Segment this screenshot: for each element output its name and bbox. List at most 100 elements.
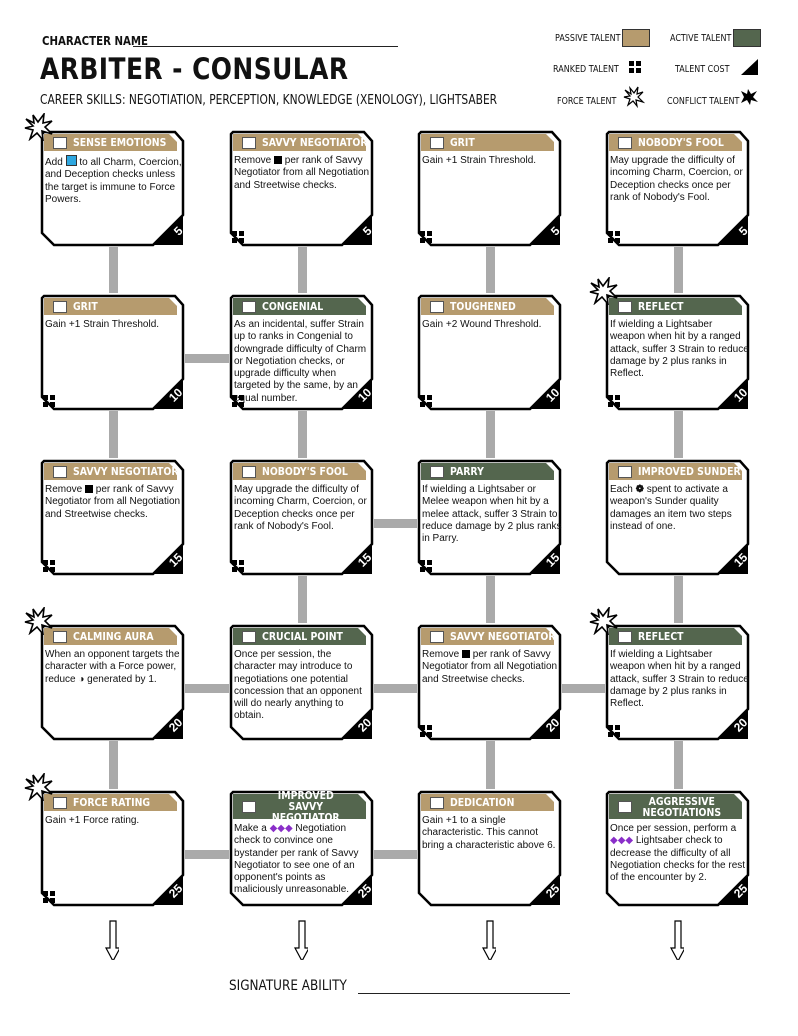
ranked-icon	[43, 560, 55, 572]
ranked-icon	[232, 395, 244, 407]
talent-card[interactable]: TOUGHENED Gain +2 Wound Threshold. 10	[417, 293, 562, 411]
connector-vertical	[108, 741, 118, 789]
talent-card[interactable]: SAVVY NEGOTIATOR Remove per rank of Savvy…	[40, 458, 185, 576]
connector-vertical	[673, 576, 683, 623]
talent-checkbox[interactable]	[242, 465, 256, 478]
talent-card[interactable]: CRUCIAL POINT Once per session, the chara…	[229, 623, 374, 741]
ranked-icon	[608, 231, 620, 243]
talent-card[interactable]: GRIT Gain +1 Strain Threshold. 10	[40, 293, 185, 411]
ranked-icon	[43, 395, 55, 407]
talent-card[interactable]: NOBODY'S FOOL May upgrade the difficulty …	[229, 458, 374, 576]
talent-title: CALMING AURA	[73, 630, 154, 643]
talent-checkbox[interactable]	[430, 465, 444, 478]
talent-checkbox[interactable]	[53, 630, 67, 643]
talent-card[interactable]: CONGENIAL As an incidental, suffer Strain…	[229, 293, 374, 411]
talent-card[interactable]: REFLECT If wielding a Lightsaber weapon w…	[605, 623, 750, 741]
talent-title: NOBODY'S FOOL	[638, 136, 724, 149]
talent-checkbox[interactable]	[53, 136, 67, 149]
connector-horizontal	[185, 850, 229, 859]
talent-title: REFLECT	[638, 630, 684, 643]
legend-conflict-label: CONFLICT TALENT	[667, 96, 740, 107]
talent-description: Gain +1 Strain Threshold.	[422, 155, 537, 166]
talent-checkbox[interactable]	[242, 136, 256, 149]
talent-description: Remove per rank of Savvy Negotiator from…	[45, 484, 181, 520]
talent-checkbox[interactable]	[618, 136, 632, 149]
talent-checkbox[interactable]	[430, 300, 444, 313]
talent-checkbox[interactable]	[242, 300, 256, 313]
talent-checkbox[interactable]	[53, 796, 67, 809]
signature-ability-line[interactable]	[358, 993, 570, 994]
talent-cost-icon	[741, 59, 758, 75]
talent-card[interactable]: IMPROVED SUNDER Each ❁ spent to activate …	[605, 458, 750, 576]
talent-card[interactable]: CALMING AURA When an opponent targets the…	[40, 623, 185, 741]
connector-vertical	[485, 576, 495, 623]
talent-card[interactable]: PARRY If wielding a Lightsaber or Melee w…	[417, 458, 562, 576]
talent-title: IMPROVED SUNDER	[638, 465, 741, 478]
connector-vertical	[485, 411, 495, 458]
talent-checkbox[interactable]	[242, 800, 256, 813]
force-talent-icon	[589, 277, 618, 305]
force-talent-icon	[623, 86, 645, 108]
talent-title: TOUGHENED	[450, 300, 516, 313]
connector-vertical	[297, 411, 307, 458]
ranked-icon	[608, 395, 620, 407]
talent-card[interactable]: FORCE RATING Gain +1 Force rating. 25	[40, 789, 185, 907]
talent-title: REFLECT	[638, 300, 684, 313]
talent-checkbox[interactable]	[53, 465, 67, 478]
legend-ranked-label: RANKED TALENT	[553, 64, 619, 75]
connector-vertical	[108, 411, 118, 458]
talent-title: DEDICATION	[450, 796, 515, 809]
talent-title: CONGENIAL	[262, 300, 324, 313]
talent-title: SAVVY NEGOTIATOR	[262, 136, 368, 149]
talent-card[interactable]: GRIT Gain +1 Strain Threshold. 5	[417, 129, 563, 247]
talent-description: When an opponent targets the character w…	[45, 649, 180, 685]
talent-card[interactable]: SAVVY NEGOTIATOR Remove per rank of Savvy…	[417, 623, 562, 741]
triumph-icon: ❁	[635, 484, 644, 495]
down-arrow-icon	[481, 920, 496, 960]
talent-description: Gain +2 Wound Threshold.	[422, 319, 542, 330]
talent-checkbox[interactable]	[618, 630, 632, 643]
talent-checkbox[interactable]	[242, 630, 256, 643]
talent-card[interactable]: AGGRESSIVE NEGOTIATIONS Once per session,…	[605, 789, 750, 907]
connector-vertical	[485, 741, 495, 789]
talent-card[interactable]: SAVVY NEGOTIATOR Remove per rank of Savvy…	[229, 129, 375, 247]
ranked-icon	[232, 560, 244, 572]
ranked-icon	[232, 231, 244, 243]
talent-title: IMPROVED SAVVY NEGOTIATOR	[271, 789, 340, 824]
talent-checkbox[interactable]	[618, 465, 632, 478]
connector-horizontal	[562, 684, 605, 693]
legend-passive-label: PASSIVE TALENT	[555, 33, 621, 44]
connector-vertical	[673, 741, 683, 789]
talent-checkbox[interactable]	[618, 800, 632, 813]
talent-description: As an incidental, suffer Strain up to ra…	[234, 319, 367, 404]
talent-description: If wielding a Lightsaber or Melee weapon…	[422, 484, 562, 545]
connector-horizontal	[185, 684, 229, 693]
connector-horizontal	[374, 684, 417, 693]
talent-card[interactable]: IMPROVED SAVVY NEGOTIATOR Make a ◆◆◆ Nego…	[229, 789, 374, 907]
connector-horizontal	[374, 850, 417, 859]
boost-die-icon	[65, 155, 77, 166]
talent-card[interactable]: DEDICATION Gain +1 to a single characteri…	[417, 789, 562, 907]
down-arrow-icon	[293, 920, 308, 960]
talent-card[interactable]: NOBODY'S FOOL May upgrade the difficulty …	[605, 129, 751, 247]
force-talent-icon	[24, 773, 53, 801]
character-name-line[interactable]	[133, 46, 398, 47]
talent-title: PARRY	[450, 465, 484, 478]
connector-horizontal	[185, 354, 229, 363]
ranked-icon	[420, 395, 432, 407]
connector-vertical	[673, 247, 683, 293]
difficulty-dice-icon: ◆◆◆	[610, 835, 634, 847]
ranked-icon	[420, 560, 432, 572]
ranked-icon	[608, 725, 620, 737]
force-talent-icon	[589, 607, 618, 635]
talent-card[interactable]: REFLECT If wielding a Lightsaber weapon w…	[605, 293, 750, 411]
talent-checkbox[interactable]	[430, 796, 444, 809]
force-talent-icon	[24, 607, 53, 635]
talent-card[interactable]: SENSE EMOTIONS Add to all Charm, Coercion…	[40, 129, 186, 247]
talent-checkbox[interactable]	[53, 300, 67, 313]
talent-title: NOBODY'S FOOL	[262, 465, 348, 478]
talent-checkbox[interactable]	[618, 300, 632, 313]
talent-checkbox[interactable]	[430, 630, 444, 643]
setback-die-icon	[274, 156, 283, 164]
talent-checkbox[interactable]	[430, 136, 444, 149]
